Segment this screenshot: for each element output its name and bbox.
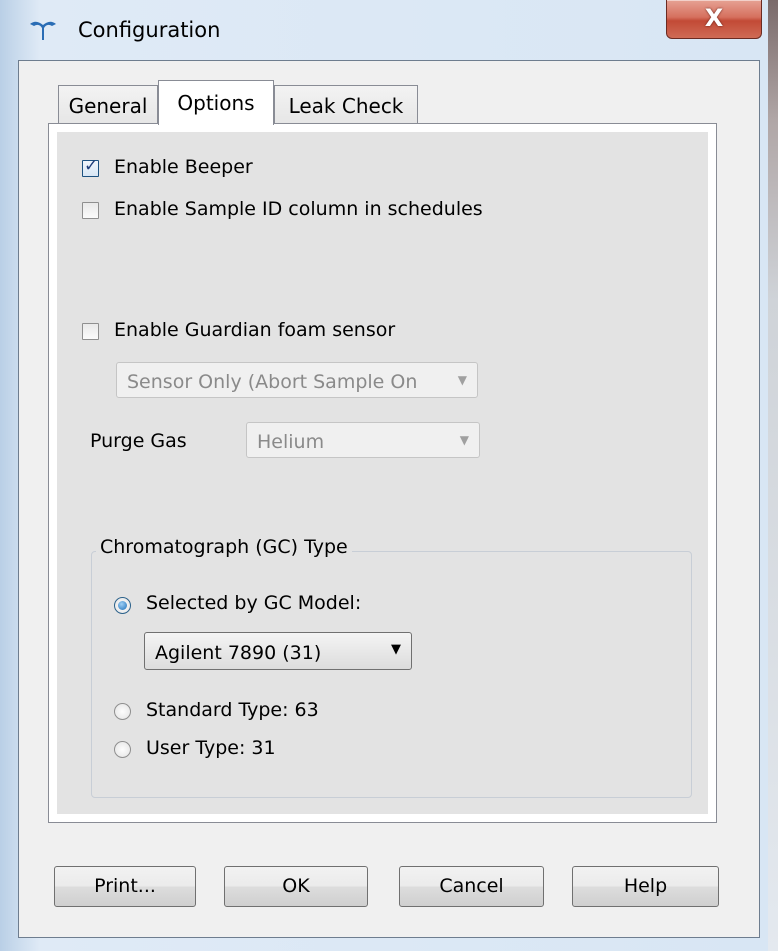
window-title: Configuration <box>78 18 221 42</box>
gc-type-groupbox <box>91 551 692 798</box>
chevron-down-icon: ▼ <box>459 433 469 447</box>
guardian-mode-value: Sensor Only (Abort Sample On <box>127 371 418 393</box>
tab-label: Leak Check <box>288 94 404 118</box>
user-type-label: User Type: 31 <box>146 737 276 759</box>
ok-button-label: OK <box>282 875 310 897</box>
chevron-down-icon: ▼ <box>391 642 401 657</box>
enable-beeper-checkbox[interactable] <box>82 156 99 177</box>
selected-by-model-label: Selected by GC Model: <box>146 592 362 614</box>
purge-gas-value: Helium <box>257 431 325 453</box>
close-button[interactable]: X <box>666 0 762 39</box>
chevron-down-icon: ▼ <box>457 373 467 387</box>
print-button[interactable]: Print... <box>54 866 196 907</box>
purge-gas-label: Purge Gas <box>90 430 187 452</box>
enable-sample-id-label: Enable Sample ID column in schedules <box>114 198 483 220</box>
tab-options[interactable]: Options <box>158 80 274 125</box>
selected-by-model-radio[interactable] <box>114 597 131 614</box>
purge-gas-dropdown[interactable]: Helium ▼ <box>246 422 480 458</box>
print-button-label: Print... <box>94 875 156 897</box>
gc-model-dropdown[interactable]: Agilent 7890 (31) ▼ <box>144 632 412 670</box>
tab-label: Options <box>177 91 255 115</box>
help-button-label: Help <box>623 875 668 897</box>
title-bar: Configuration X <box>0 0 778 62</box>
tab-leak-check[interactable]: Leak Check <box>274 85 418 124</box>
guardian-mode-dropdown[interactable]: Sensor Only (Abort Sample On ▼ <box>116 362 478 398</box>
background-window-edge <box>768 0 778 951</box>
gc-type-title: Chromatograph (GC) Type <box>96 536 352 558</box>
tab-general[interactable]: General <box>58 85 158 124</box>
help-button[interactable]: Help <box>572 866 719 907</box>
standard-type-radio[interactable] <box>114 703 131 720</box>
ok-button[interactable]: OK <box>224 866 368 907</box>
standard-type-label: Standard Type: 63 <box>146 699 319 721</box>
teledyne-logo-icon <box>30 21 56 40</box>
cancel-button-label: Cancel <box>439 875 504 897</box>
enable-beeper-label: Enable Beeper <box>114 156 253 178</box>
gc-model-value: Agilent 7890 (31) <box>155 642 322 664</box>
close-icon: X <box>704 4 724 32</box>
enable-guardian-checkbox[interactable] <box>82 323 99 340</box>
cancel-button[interactable]: Cancel <box>399 866 544 907</box>
enable-guardian-label: Enable Guardian foam sensor <box>114 319 396 341</box>
user-type-radio[interactable] <box>114 741 131 758</box>
tab-label: General <box>68 94 148 118</box>
enable-sample-id-checkbox[interactable] <box>82 202 99 219</box>
